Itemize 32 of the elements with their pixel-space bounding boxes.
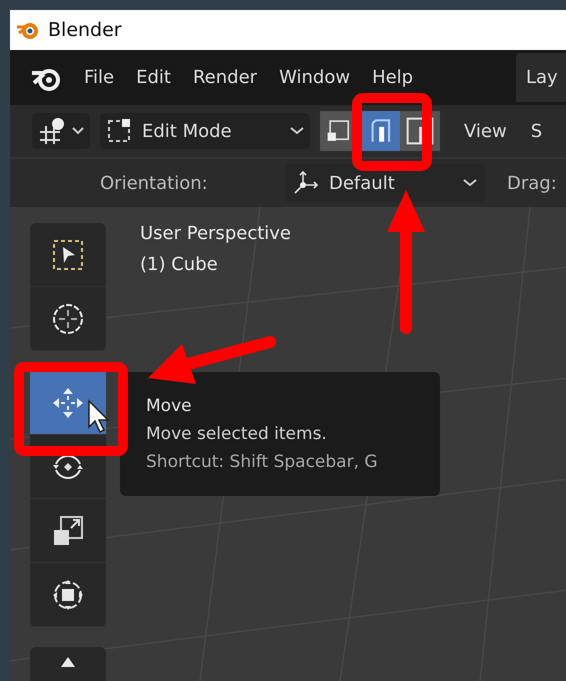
active-object: (1) Cube <box>140 254 219 275</box>
menu-item[interactable]: Help <box>372 67 414 88</box>
select-box-icon <box>51 238 85 272</box>
axes-icon <box>293 170 319 196</box>
header-menu[interactable]: View <box>464 120 507 142</box>
scale-icon <box>51 514 85 548</box>
menu-item[interactable]: File <box>84 67 114 88</box>
orientation-label: Orientation: <box>100 172 209 194</box>
tooltip-shortcut: Shortcut: Shift Spacebar, G <box>146 452 379 472</box>
caret-icon <box>72 127 84 135</box>
move-arrows-icon <box>51 386 85 420</box>
tooltip-description: Move selected items. <box>146 424 328 444</box>
menu-item[interactable]: Render <box>192 67 258 88</box>
menu-item[interactable]: Window <box>279 67 350 88</box>
tooltip-title: Move <box>146 396 193 416</box>
mouse-pointer-icon <box>88 400 110 434</box>
menu-item[interactable]: Edit <box>136 67 171 88</box>
workspace-tab[interactable]: Lay <box>516 53 566 102</box>
face-select-icon <box>406 117 434 145</box>
transform-icon <box>51 578 85 612</box>
header-menu[interactable]: S <box>530 120 542 142</box>
mesh-mode-icon <box>106 118 132 144</box>
drag-label: Drag: <box>507 172 557 194</box>
caret-icon <box>290 127 304 135</box>
orientation-dropdown[interactable]: Default <box>285 164 485 202</box>
window-title: Blender <box>48 19 122 41</box>
editor-type-button[interactable] <box>32 113 90 149</box>
cursor-crosshair-icon <box>51 302 85 336</box>
mode-dropdown[interactable]: Edit Mode <box>100 113 310 149</box>
select-mode-button[interactable] <box>360 111 400 151</box>
view-name: User Perspective <box>140 223 291 244</box>
caret-icon <box>463 179 477 187</box>
